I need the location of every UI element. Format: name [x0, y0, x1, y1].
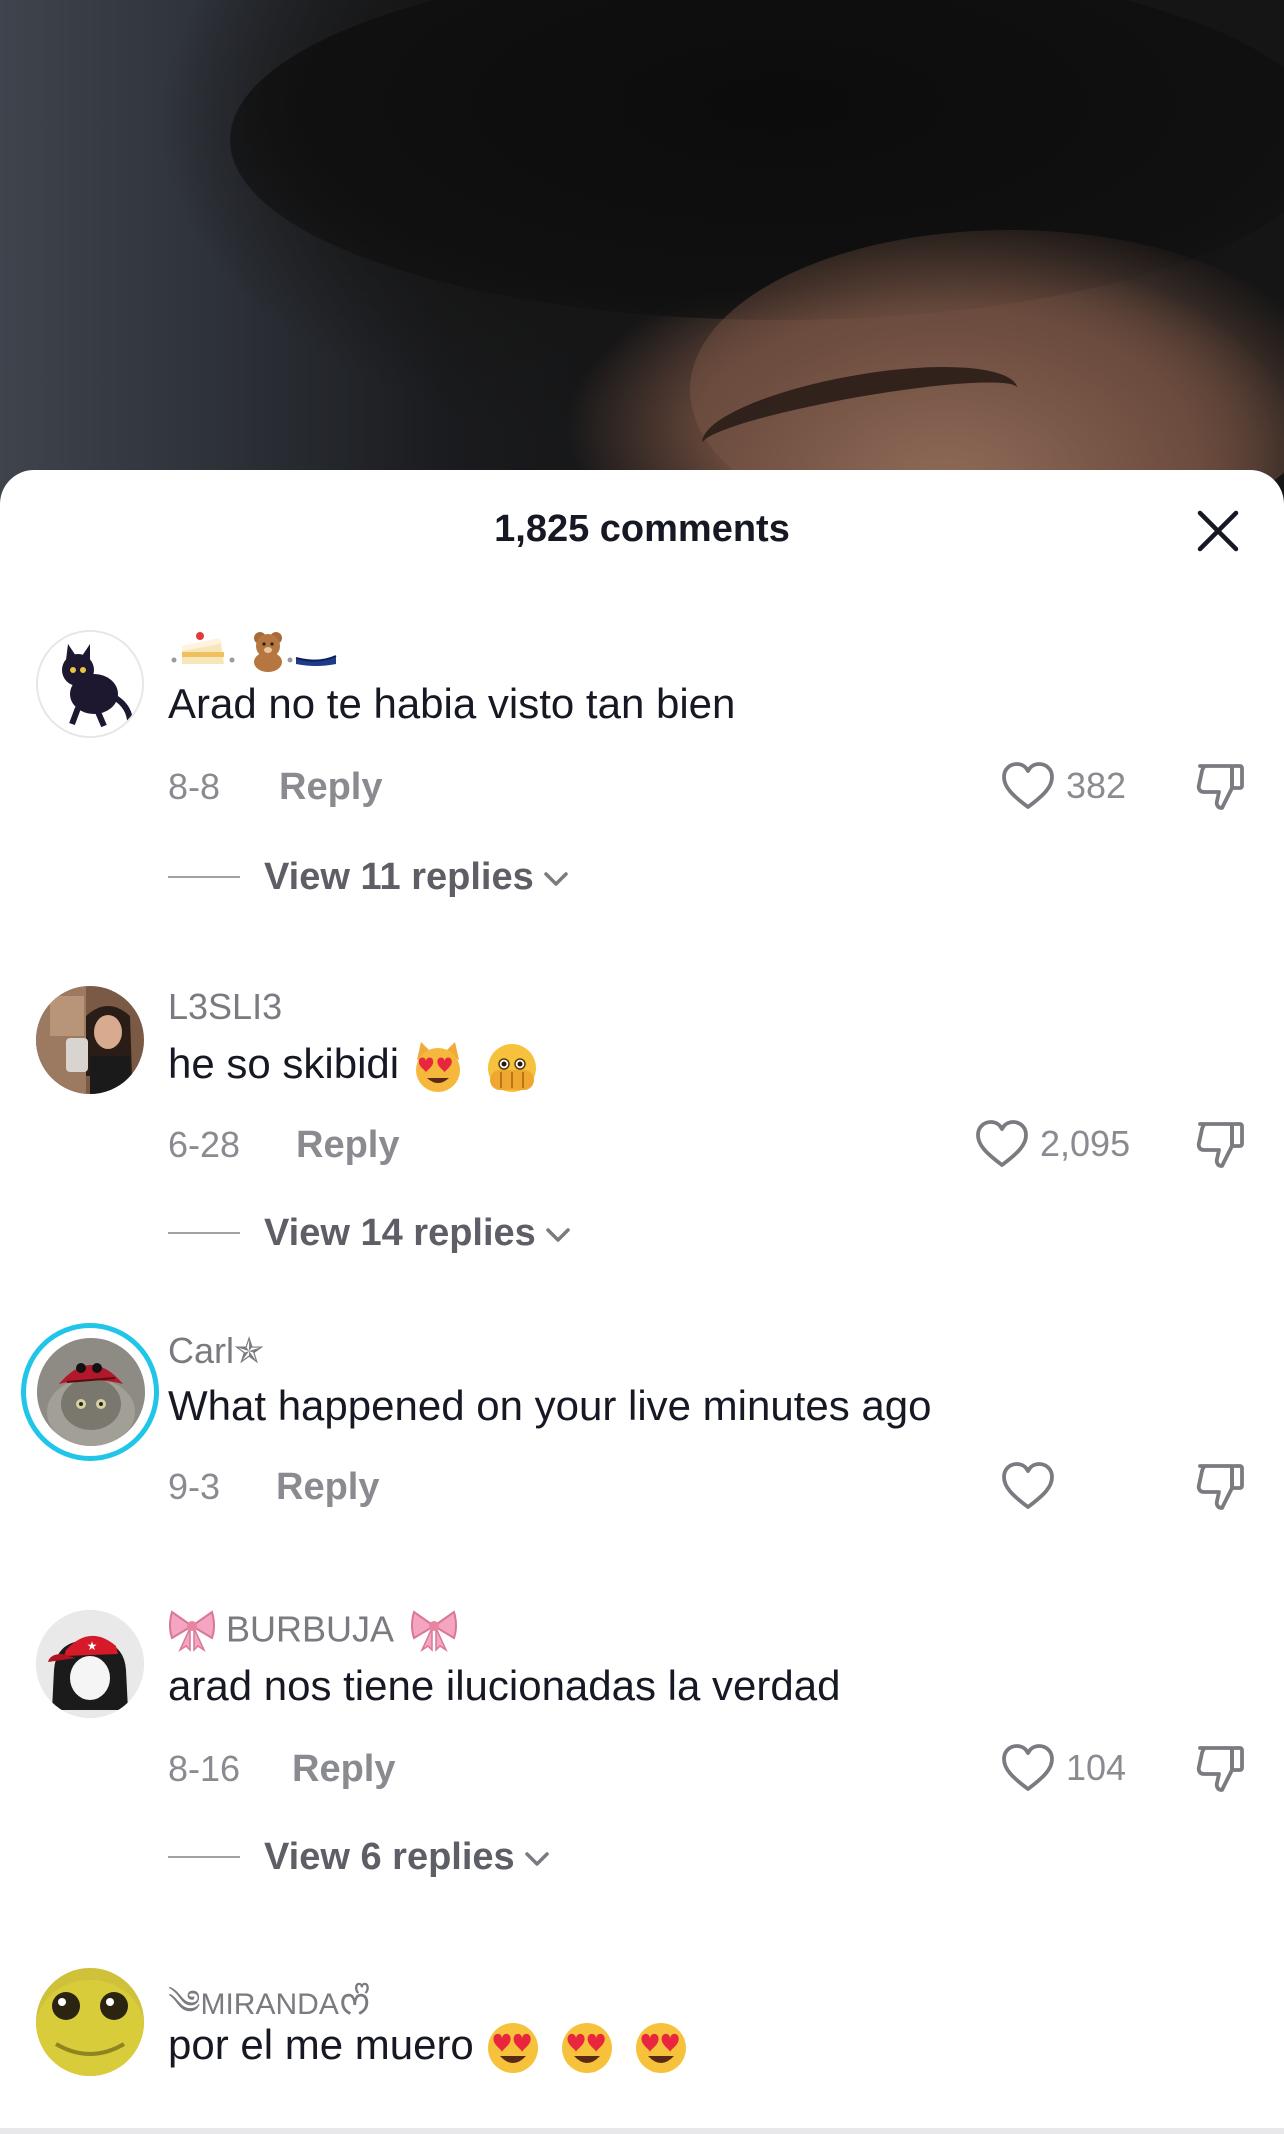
comment-meta: 8-8 Reply 382	[168, 758, 1284, 814]
thumbs-down-icon	[1196, 1122, 1244, 1168]
comment-date: 8-16	[168, 1748, 241, 1789]
reply-button[interactable]: Reply	[296, 1124, 399, 1167]
username[interactable]: Carl✯	[168, 1330, 264, 1372]
thumbs-down-icon	[1196, 1464, 1244, 1510]
heart-icon	[1002, 1744, 1054, 1791]
dislike-button[interactable]	[1192, 1116, 1248, 1172]
chevron-down-icon	[546, 1228, 570, 1242]
bottom-divider	[0, 2128, 1284, 2134]
bow-icon	[411, 1610, 458, 1653]
username[interactable]	[168, 624, 338, 672]
view-replies-button[interactable]: View 6 replies	[168, 1832, 551, 1882]
chevron-down-icon	[543, 872, 568, 886]
username[interactable]: L3SLI3	[168, 986, 282, 1028]
comments-sheet: 1,825 comments Arad no te habia visto ta…	[0, 470, 1284, 2134]
comment-meta: 8-16 Reply 104	[168, 1740, 1284, 1796]
heart-icon	[1002, 762, 1054, 809]
avatar[interactable]	[37, 1338, 145, 1446]
avatar[interactable]	[36, 986, 144, 1094]
heart-icon	[976, 1120, 1028, 1167]
username[interactable]: BURBUJA	[168, 1606, 458, 1653]
heart-eyes-icon	[488, 2023, 539, 2073]
cake-icon	[171, 632, 337, 672]
close-icon	[1197, 510, 1239, 552]
reply-button[interactable]: Reply	[276, 1466, 379, 1509]
heart-icon	[1002, 1462, 1054, 1509]
comment-meta: 9-3 Reply	[168, 1458, 1284, 1514]
dislike-button[interactable]	[1192, 1458, 1248, 1514]
reply-button[interactable]: Reply	[292, 1748, 395, 1791]
heart-eyes-cat-icon	[415, 1042, 460, 1092]
heart-eyes-icon	[635, 2023, 686, 2073]
yellow-creature-avatar	[36, 1968, 144, 2076]
like-count: 104	[1066, 1747, 1127, 1788]
dislike-button[interactable]	[1192, 1740, 1248, 1796]
view-replies-button[interactable]: View 11 replies	[168, 852, 570, 902]
like-button[interactable]: 382	[1000, 758, 1126, 814]
like-button[interactable]: 2,095	[974, 1116, 1130, 1172]
thumbs-down-icon	[1196, 1746, 1244, 1792]
heart-eyes-icon	[562, 2023, 613, 2073]
selfie-girl-avatar	[36, 986, 144, 1094]
video-background	[0, 0, 1284, 520]
svg-text:★: ★	[87, 1639, 98, 1653]
comments-count-title: 1,825 comments	[494, 508, 790, 550]
comment-text: arad nos tiene ilucionadas la verdad	[168, 1662, 841, 1709]
like-button[interactable]	[1000, 1458, 1066, 1514]
like-button[interactable]: 104	[1000, 1740, 1126, 1796]
comment-date: 8-8	[168, 766, 221, 807]
avatar[interactable]	[36, 630, 144, 738]
comment-meta: 6-28 Reply 2,095	[168, 1116, 1284, 1172]
view-replies-button[interactable]: View 14 replies	[168, 1208, 572, 1258]
thumbs-down-icon	[1196, 764, 1244, 810]
avatar[interactable]: ★	[36, 1610, 144, 1718]
cat-spider-hat-avatar	[37, 1338, 145, 1446]
close-button[interactable]	[1192, 505, 1244, 557]
dislike-button[interactable]	[1192, 758, 1248, 814]
bow-icon	[169, 1610, 215, 1653]
chevron-down-icon	[524, 1852, 549, 1866]
like-count: 382	[1066, 765, 1127, 806]
comments-header: 1,825 comments	[0, 470, 1284, 590]
red-cap-avatar: ★	[36, 1610, 144, 1718]
comment-text: he so skibidi	[168, 1040, 540, 1094]
face-peeking-icon	[488, 1044, 537, 1092]
comment-date: 9-3	[168, 1466, 221, 1507]
like-count: 2,095	[1040, 1123, 1131, 1164]
comment-text: Arad no te habia visto tan bien	[168, 680, 736, 727]
avatar[interactable]	[36, 1968, 144, 2076]
comment-text: What happened on your live minutes ago	[168, 1382, 932, 1429]
black-cat-avatar	[38, 632, 142, 736]
comment-text: por el me muero	[168, 2020, 689, 2076]
reply-button[interactable]: Reply	[279, 766, 382, 809]
comment-date: 6-28	[168, 1124, 241, 1165]
